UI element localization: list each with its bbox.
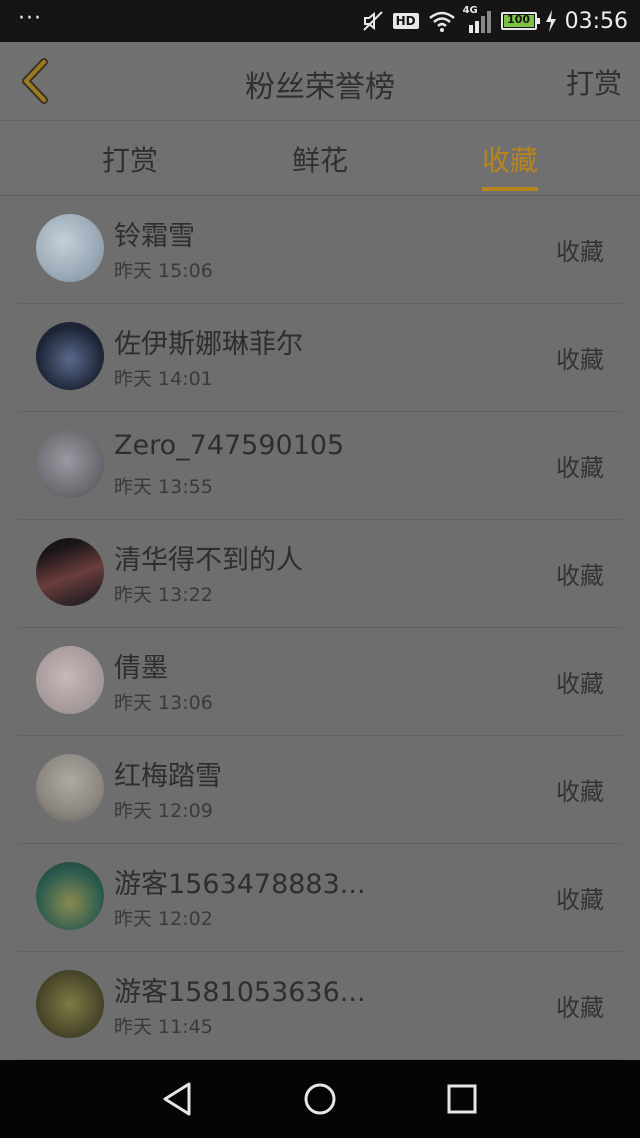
tab-flowers[interactable]: 鲜花 xyxy=(260,139,380,179)
battery-icon: 100 xyxy=(500,12,540,30)
user-name: 清华得不到的人 xyxy=(114,545,303,576)
signal-indicator: 4G xyxy=(463,5,493,35)
avatar xyxy=(36,754,104,822)
page-title: 粉丝荣誉榜 xyxy=(245,70,395,105)
notification-dots: ··· xyxy=(18,6,42,31)
action-label: 收藏 xyxy=(556,994,604,1022)
list-item[interactable]: 游客1563478883... 昨天 12:02 收藏 xyxy=(18,844,622,952)
action-label: 收藏 xyxy=(556,346,604,374)
action-label: 收藏 xyxy=(556,238,604,266)
tab-bar: 打赏 鲜花 收藏 xyxy=(0,121,640,196)
list-item[interactable]: 铃霜雪 昨天 15:06 收藏 xyxy=(18,196,622,304)
navigation-bar xyxy=(0,1060,640,1138)
avatar xyxy=(36,214,104,282)
avatar xyxy=(36,970,104,1038)
avatar xyxy=(36,646,104,714)
mute-icon xyxy=(362,11,383,31)
timestamp: 昨天 13:22 xyxy=(114,584,213,606)
avatar xyxy=(36,538,104,606)
avatar xyxy=(36,862,104,930)
home-circle-icon[interactable] xyxy=(299,1078,341,1120)
recents-square-icon[interactable] xyxy=(441,1078,483,1120)
tip-button[interactable]: 打赏 xyxy=(566,62,622,102)
list-item[interactable]: 清华得不到的人 昨天 13:22 收藏 xyxy=(18,520,622,628)
user-name: 红梅踏雪 xyxy=(114,761,222,792)
status-bar: ··· HD 4G 100 03:56 xyxy=(0,0,640,42)
tab-tip[interactable]: 打赏 xyxy=(70,139,190,179)
action-label: 收藏 xyxy=(556,562,604,590)
avatar xyxy=(36,322,104,390)
clock: 03:56 xyxy=(564,8,628,34)
action-label: 收藏 xyxy=(556,670,604,698)
fan-list: 铃霜雪 昨天 15:06 收藏 佐伊斯娜琳菲尔 昨天 14:01 收藏 Zero… xyxy=(18,196,622,1060)
timestamp: 昨天 13:06 xyxy=(114,692,213,714)
timestamp: 昨天 13:55 xyxy=(114,476,213,498)
user-name: 游客1563478883... xyxy=(114,869,366,900)
timestamp: 昨天 11:45 xyxy=(114,1016,213,1038)
active-tab-indicator xyxy=(482,187,538,191)
user-name: Zero_747590105 xyxy=(114,430,345,461)
wifi-icon xyxy=(428,11,455,32)
list-item[interactable]: 倩墨 昨天 13:06 收藏 xyxy=(18,628,622,736)
list-item[interactable]: 游客1581053636... 昨天 11:45 收藏 xyxy=(18,952,622,1060)
avatar xyxy=(36,430,104,498)
status-icons: HD 4G 100 03:56 xyxy=(361,0,628,42)
timestamp: 昨天 12:02 xyxy=(114,908,213,930)
timestamp: 昨天 12:09 xyxy=(114,800,213,822)
action-label: 收藏 xyxy=(556,454,604,482)
battery-level: 100 xyxy=(507,13,531,26)
tab-favorites[interactable]: 收藏 xyxy=(450,139,570,179)
user-name: 倩墨 xyxy=(114,653,168,684)
list-item[interactable]: 佐伊斯娜琳菲尔 昨天 14:01 收藏 xyxy=(18,304,622,412)
timestamp: 昨天 14:01 xyxy=(114,368,213,390)
back-triangle-icon[interactable] xyxy=(157,1078,199,1120)
charging-bolt-icon xyxy=(545,10,556,32)
list-item[interactable]: 红梅踏雪 昨天 12:09 收藏 xyxy=(18,736,622,844)
list-item[interactable]: Zero_747590105 昨天 13:55 收藏 xyxy=(18,412,622,520)
user-name: 佐伊斯娜琳菲尔 xyxy=(114,329,303,360)
user-name: 铃霜雪 xyxy=(114,221,195,252)
action-label: 收藏 xyxy=(556,778,604,806)
hd-badge: HD xyxy=(392,13,419,29)
signal-icon xyxy=(468,11,491,33)
action-label: 收藏 xyxy=(556,886,604,914)
user-name: 游客1581053636... xyxy=(114,977,366,1008)
timestamp: 昨天 15:06 xyxy=(114,260,213,282)
app-header: 粉丝荣誉榜 打赏 xyxy=(0,42,640,121)
